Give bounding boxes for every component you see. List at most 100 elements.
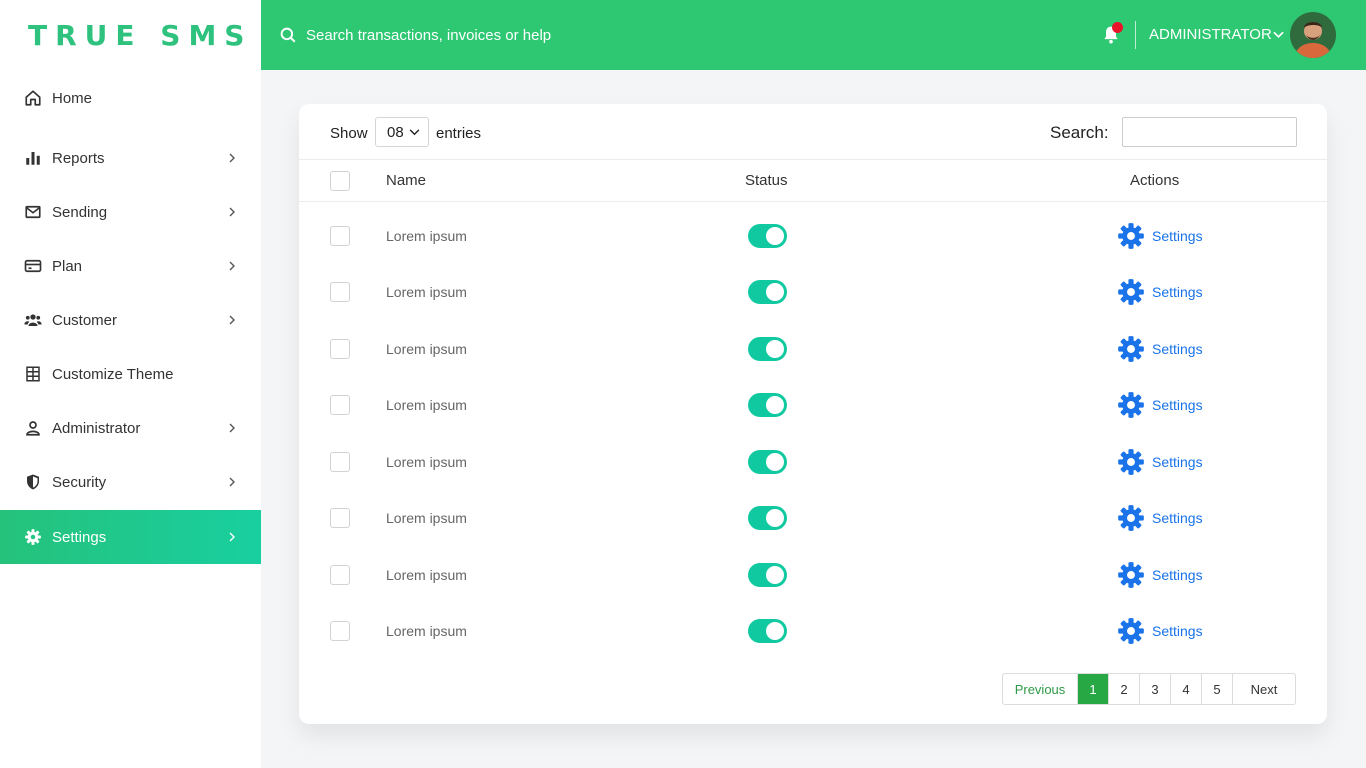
pagination: Previous 1 2 3 4 5 Next [1002,673,1296,705]
status-toggle[interactable] [748,563,787,587]
toggle-knob [766,453,784,471]
settings-action-link[interactable]: Settings [1117,391,1203,419]
chevron-down-icon[interactable] [1273,31,1284,39]
status-toggle[interactable] [748,337,787,361]
toggle-knob [766,340,784,358]
gear-icon [1118,223,1144,249]
avatar[interactable] [1290,12,1336,58]
sidebar-item-label: Settings [52,528,107,546]
home-icon [24,89,42,107]
settings-action-label: Settings [1152,228,1203,244]
sidebar-item-plan[interactable]: Plan [0,239,261,293]
row-checkbox[interactable] [330,621,350,641]
sidebar-item-customize-theme[interactable]: Customize Theme [0,347,261,401]
top-divider [1135,21,1136,49]
row-checkbox[interactable] [330,395,350,415]
row-name: Lorem ipsum [386,284,467,300]
table-row: Lorem ipsum Settings [299,321,1327,377]
pagination-page-2[interactable]: 2 [1108,674,1139,704]
pagination-previous-button[interactable]: Previous [1003,674,1077,704]
notification-dot [1112,22,1123,33]
settings-action-label: Settings [1152,567,1203,583]
sidebar-item-label: Reports [52,149,105,167]
settings-action-link[interactable]: Settings [1117,617,1203,645]
user-menu-name[interactable]: ADMINISTRATOR [1149,26,1272,43]
pagination-page-5[interactable]: 5 [1201,674,1232,704]
settings-action-label: Settings [1152,397,1203,413]
row-name: Lorem ipsum [386,623,467,639]
select-all-checkbox[interactable] [330,171,350,191]
settings-action-label: Settings [1152,510,1203,526]
settings-action-link[interactable]: Settings [1117,448,1203,476]
search-icon [280,27,296,43]
row-checkbox[interactable] [330,282,350,302]
entries-table-card: Show 08 entries Search: Name Status Acti… [299,104,1327,724]
gear-icon [1118,505,1144,531]
status-toggle[interactable] [748,393,787,417]
row-name: Lorem ipsum [386,341,467,357]
credit-card-icon [24,257,42,275]
pagination-page-4[interactable]: 4 [1170,674,1201,704]
sidebar-item-administrator[interactable]: Administrator [0,401,261,455]
row-checkbox[interactable] [330,565,350,585]
chevron-down-icon [409,129,420,136]
row-name: Lorem ipsum [386,510,467,526]
top-bar: ADMINISTRATOR [261,0,1366,70]
settings-action-link[interactable]: Settings [1117,335,1203,363]
user-icon [24,419,42,437]
mail-icon [24,203,42,221]
status-toggle[interactable] [748,224,787,248]
sidebar: TRUE SMS Home Reports Sending Plan Custo… [0,0,261,768]
toggle-knob [766,227,784,245]
settings-action-link[interactable]: Settings [1117,504,1203,532]
row-checkbox[interactable] [330,339,350,359]
pagination-next-button[interactable]: Next [1232,674,1295,704]
toggle-knob [766,283,784,301]
status-toggle[interactable] [748,450,787,474]
column-header-name[interactable]: Name [386,172,426,189]
settings-action-label: Settings [1152,623,1203,639]
grid-icon [24,365,42,383]
sidebar-item-customer[interactable]: Customer [0,293,261,347]
row-checkbox[interactable] [330,508,350,528]
settings-action-label: Settings [1152,454,1203,470]
chevron-right-icon [229,207,235,217]
sidebar-item-label: Sending [52,203,108,221]
sidebar-item-label: Customer [52,311,118,329]
chevron-right-icon [229,423,235,433]
toggle-knob [766,566,784,584]
column-header-status[interactable]: Status [745,172,788,189]
gear-icon [24,528,42,546]
sidebar-item-reports[interactable]: Reports [0,131,261,185]
settings-action-link[interactable]: Settings [1117,222,1203,250]
table-row: Lorem ipsum Settings [299,208,1327,264]
gear-icon [1118,279,1144,305]
gear-icon [1118,392,1144,418]
table-row: Lorem ipsum Settings [299,377,1327,433]
row-name: Lorem ipsum [386,454,467,470]
row-checkbox[interactable] [330,452,350,472]
status-toggle[interactable] [748,506,787,530]
gear-icon [1118,449,1144,475]
sidebar-item-settings[interactable]: Settings [0,510,261,564]
pagination-page-1[interactable]: 1 [1077,674,1108,704]
row-checkbox[interactable] [330,226,350,246]
sidebar-item-label: Plan [52,257,83,275]
app-logo[interactable]: TRUE SMS [0,0,261,70]
sidebar-item-label: Administrator [52,419,141,437]
chevron-right-icon [229,532,235,542]
entries-select[interactable]: 08 [375,117,429,147]
row-name: Lorem ipsum [386,228,467,244]
sidebar-item-sending[interactable]: Sending [0,185,261,239]
sidebar-item-home[interactable]: Home [0,71,261,125]
sidebar-item-security[interactable]: Security [0,455,261,509]
status-toggle[interactable] [748,619,787,643]
table-search-input[interactable] [1122,117,1297,147]
table-row: Lorem ipsum Settings [299,603,1327,659]
sidebar-item-label: Home [52,89,93,107]
settings-action-link[interactable]: Settings [1117,278,1203,306]
global-search-input[interactable] [306,24,666,46]
status-toggle[interactable] [748,280,787,304]
settings-action-link[interactable]: Settings [1117,561,1203,589]
pagination-page-3[interactable]: 3 [1139,674,1170,704]
